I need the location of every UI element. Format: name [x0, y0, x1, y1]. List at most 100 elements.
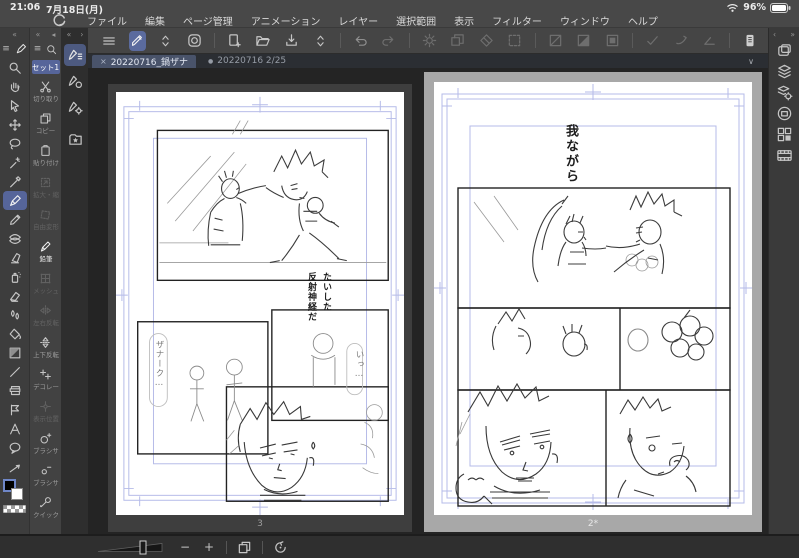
canvas-icon[interactable] — [773, 40, 795, 61]
quick-access-menu-icon[interactable]: ≡ — [34, 44, 42, 54]
redo-icon[interactable] — [380, 31, 398, 51]
export-chevrons-icon[interactable] — [311, 31, 329, 51]
select-area-icon[interactable] — [506, 31, 524, 51]
tool-balloon[interactable] — [3, 438, 27, 457]
companion-device-icon[interactable] — [741, 31, 759, 51]
fit-screen-icon[interactable] — [237, 540, 252, 555]
background-color-swatch[interactable] — [10, 488, 23, 500]
invert-selection-icon[interactable] — [575, 31, 593, 51]
quick-item-flip-vertical[interactable]: 上下反転 — [30, 332, 62, 364]
rotate-reset-icon[interactable] — [273, 540, 288, 555]
quick-item-paste[interactable]: 貼り付け — [30, 140, 62, 172]
tool-eraser[interactable] — [3, 248, 27, 267]
tool-fill[interactable] — [3, 324, 27, 343]
tool-figure[interactable] — [3, 362, 27, 381]
quick-access-set-tab[interactable]: セット1 — [31, 60, 60, 74]
quick-access-search-icon[interactable] — [46, 44, 57, 55]
snap-angle-icon[interactable] — [701, 31, 719, 51]
deselect-icon[interactable] — [546, 31, 564, 51]
menu-view[interactable]: 表示 — [454, 13, 474, 28]
gallery-icon[interactable] — [186, 31, 204, 51]
undo-icon[interactable] — [352, 31, 370, 51]
menu-layer[interactable]: レイヤー — [338, 13, 378, 28]
tool-eyedropper[interactable] — [3, 172, 27, 191]
fill-selection-icon[interactable] — [603, 31, 621, 51]
quick-item-copy[interactable]: コピー — [30, 108, 62, 140]
dock-expand-icon[interactable]: » — [790, 30, 795, 39]
menu-page-manage[interactable]: ページ管理 — [183, 13, 233, 28]
quick-item-cut[interactable]: 切り取り — [30, 76, 62, 108]
layers-icon[interactable] — [773, 61, 795, 82]
quick-item-view-position[interactable]: 表示位置 — [30, 396, 62, 428]
zoom-slider[interactable] — [96, 538, 168, 556]
layer-property-icon[interactable] — [773, 82, 795, 103]
timeline-icon[interactable] — [773, 145, 795, 166]
quick-item-pencil[interactable]: 鉛筆 — [30, 236, 62, 268]
tool-text[interactable] — [3, 419, 27, 438]
tool-auto-select[interactable] — [3, 153, 27, 172]
transparent-color-swatch[interactable] — [2, 505, 26, 513]
tool-hand[interactable] — [3, 77, 27, 96]
quick-item-quick-settings[interactable]: クイック — [30, 492, 62, 524]
tab-inactive-document[interactable]: ● 20220716 2/25 — [200, 55, 294, 68]
export-icon[interactable] — [283, 31, 301, 51]
page-card-2-selected[interactable]: 我ながら 2* — [424, 72, 762, 532]
clip-studio-logo[interactable] — [52, 13, 67, 28]
material-icon[interactable] — [773, 124, 795, 145]
expand-subtool-icon[interactable]: › — [80, 30, 83, 39]
tool-brush[interactable] — [3, 210, 27, 229]
page-2-drawing-surface[interactable]: 我ながら — [434, 82, 752, 515]
quick-item-brush-size-down[interactable]: ブラシサ — [30, 460, 62, 492]
duplicate-icon[interactable] — [449, 31, 467, 51]
canvas-area[interactable]: たいした 反射神経だ ザナーク… いっ… 3 我ながら 2* — [88, 68, 768, 534]
tool-correction-line[interactable] — [3, 457, 27, 476]
tool-lasso[interactable] — [3, 134, 27, 153]
tool-airbrush[interactable] — [3, 267, 27, 286]
quick-item-brush-size-up[interactable]: ブラシサ — [30, 428, 62, 460]
close-tab-icon[interactable]: × — [100, 57, 107, 66]
menu-filter[interactable]: フィルター — [492, 13, 542, 28]
collapse-subtool-icon[interactable]: « — [67, 30, 72, 39]
hamburger-menu-icon[interactable] — [100, 31, 118, 51]
zoom-out-button[interactable]: − — [178, 541, 192, 553]
tab-collapse-chevron-icon[interactable]: ∨ — [748, 57, 768, 66]
tool-decoration[interactable] — [3, 229, 27, 248]
tool-flag[interactable] — [3, 400, 27, 419]
pen-gear-icon[interactable] — [64, 96, 86, 118]
tool-pen[interactable] — [2, 191, 27, 210]
tool-operation[interactable] — [3, 96, 27, 115]
navigator-icon[interactable] — [773, 103, 795, 124]
tool-zoom[interactable] — [3, 58, 27, 77]
tool-panel-menu-icon[interactable]: ≡ — [2, 44, 10, 54]
dock-prev-icon[interactable]: ‹ — [773, 30, 776, 39]
tool-frame-border[interactable] — [3, 381, 27, 400]
color-swatches[interactable] — [2, 479, 28, 517]
menu-edit[interactable]: 編集 — [145, 13, 165, 28]
quick-item-flip-horizontal[interactable]: 左右反転 — [30, 300, 62, 332]
pen-circle-icon[interactable] — [64, 70, 86, 92]
zoom-in-button[interactable]: + — [202, 541, 216, 553]
menu-help[interactable]: ヘルプ — [628, 13, 658, 28]
page-card-3[interactable]: たいした 反射神経だ ザナーク… いっ… 3 — [108, 84, 412, 532]
current-tool-brush-icon[interactable] — [128, 30, 147, 51]
collapse-tools-icon[interactable]: « — [12, 30, 17, 39]
quick-item-scale[interactable]: 拡大・縮 — [30, 172, 62, 204]
tool-move-layer[interactable] — [3, 115, 27, 134]
menu-animation[interactable]: アニメーション — [251, 13, 321, 28]
quick-item-free-transform[interactable]: 自由変形 — [30, 204, 62, 236]
quick-item-mesh[interactable]: メッシュ — [30, 268, 62, 300]
tool-chevrons-icon[interactable] — [157, 31, 175, 51]
menu-file[interactable]: ファイル — [87, 13, 127, 28]
menu-selection[interactable]: 選択範囲 — [396, 13, 436, 28]
tool-gradient[interactable] — [3, 343, 27, 362]
quick-item-decoration[interactable]: デコレー — [30, 364, 62, 396]
new-page-icon[interactable] — [226, 31, 244, 51]
folder-star-icon[interactable] — [64, 128, 86, 150]
page-3-drawing-surface[interactable]: たいした 反射神経だ ザナーク… いっ… — [116, 92, 404, 515]
tab-active-document[interactable]: × 20220716_鍋ザナ — [92, 54, 197, 68]
eraser-diamond-icon[interactable] — [478, 31, 496, 51]
menu-window[interactable]: ウィンドウ — [560, 13, 610, 28]
tool-blend[interactable] — [3, 305, 27, 324]
process-icon[interactable] — [421, 31, 439, 51]
snap-curve-icon[interactable] — [672, 31, 690, 51]
